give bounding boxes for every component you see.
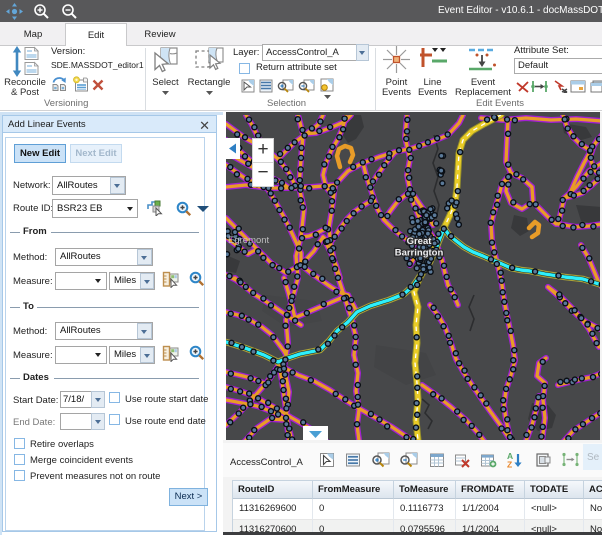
svg-text:Egremont: Egremont <box>228 235 270 246</box>
svg-text:Barrington: Barrington <box>395 248 444 259</box>
svg-text:Great: Great <box>407 236 433 247</box>
svg-text:Z: Z <box>507 460 512 469</box>
